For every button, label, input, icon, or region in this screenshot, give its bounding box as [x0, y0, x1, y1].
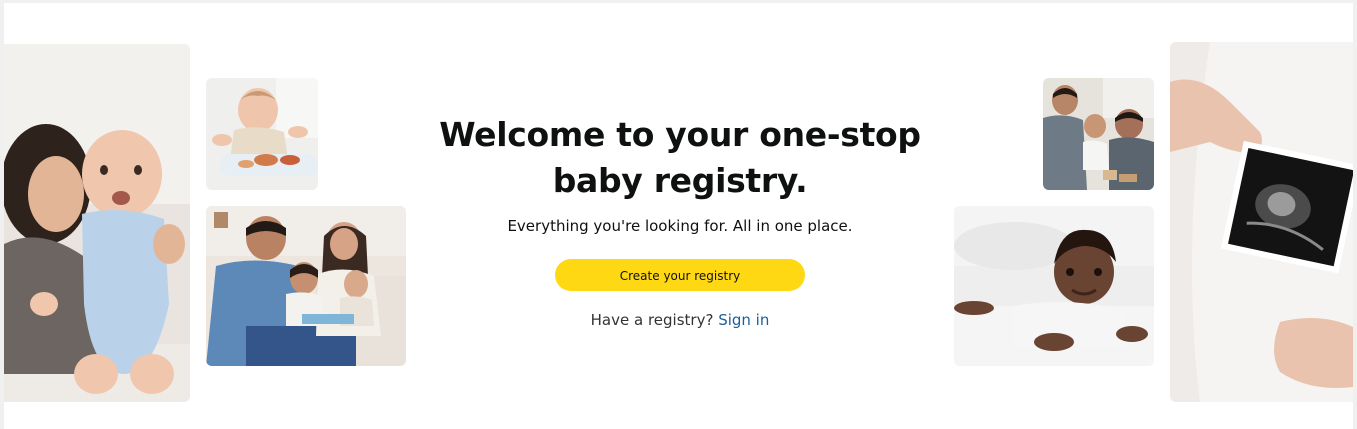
page-title: Welcome to your one-stop baby registry. [424, 112, 936, 204]
baby-eating-photo [206, 78, 318, 190]
title-line-2: baby registry. [552, 161, 808, 200]
create-registry-button[interactable]: Create your registry [555, 259, 805, 291]
sign-in-link[interactable]: Sign in [718, 311, 769, 329]
hero-section: Welcome to your one-stop baby registry. … [424, 112, 936, 329]
father-with-kids-photo [1043, 78, 1154, 190]
sign-in-prompt: Have a registry? Sign in [424, 311, 936, 329]
have-registry-text: Have a registry? [590, 311, 714, 329]
ultrasound-photo [1170, 42, 1353, 402]
registry-landing: Welcome to your one-stop baby registry. … [4, 3, 1353, 429]
family-reading-photo [206, 206, 406, 366]
baby-on-bed-photo [954, 206, 1154, 366]
title-line-1: Welcome to your one-stop [439, 115, 921, 154]
subtitle: Everything you're looking for. All in on… [507, 217, 853, 235]
mother-holding-baby-photo [4, 44, 190, 402]
